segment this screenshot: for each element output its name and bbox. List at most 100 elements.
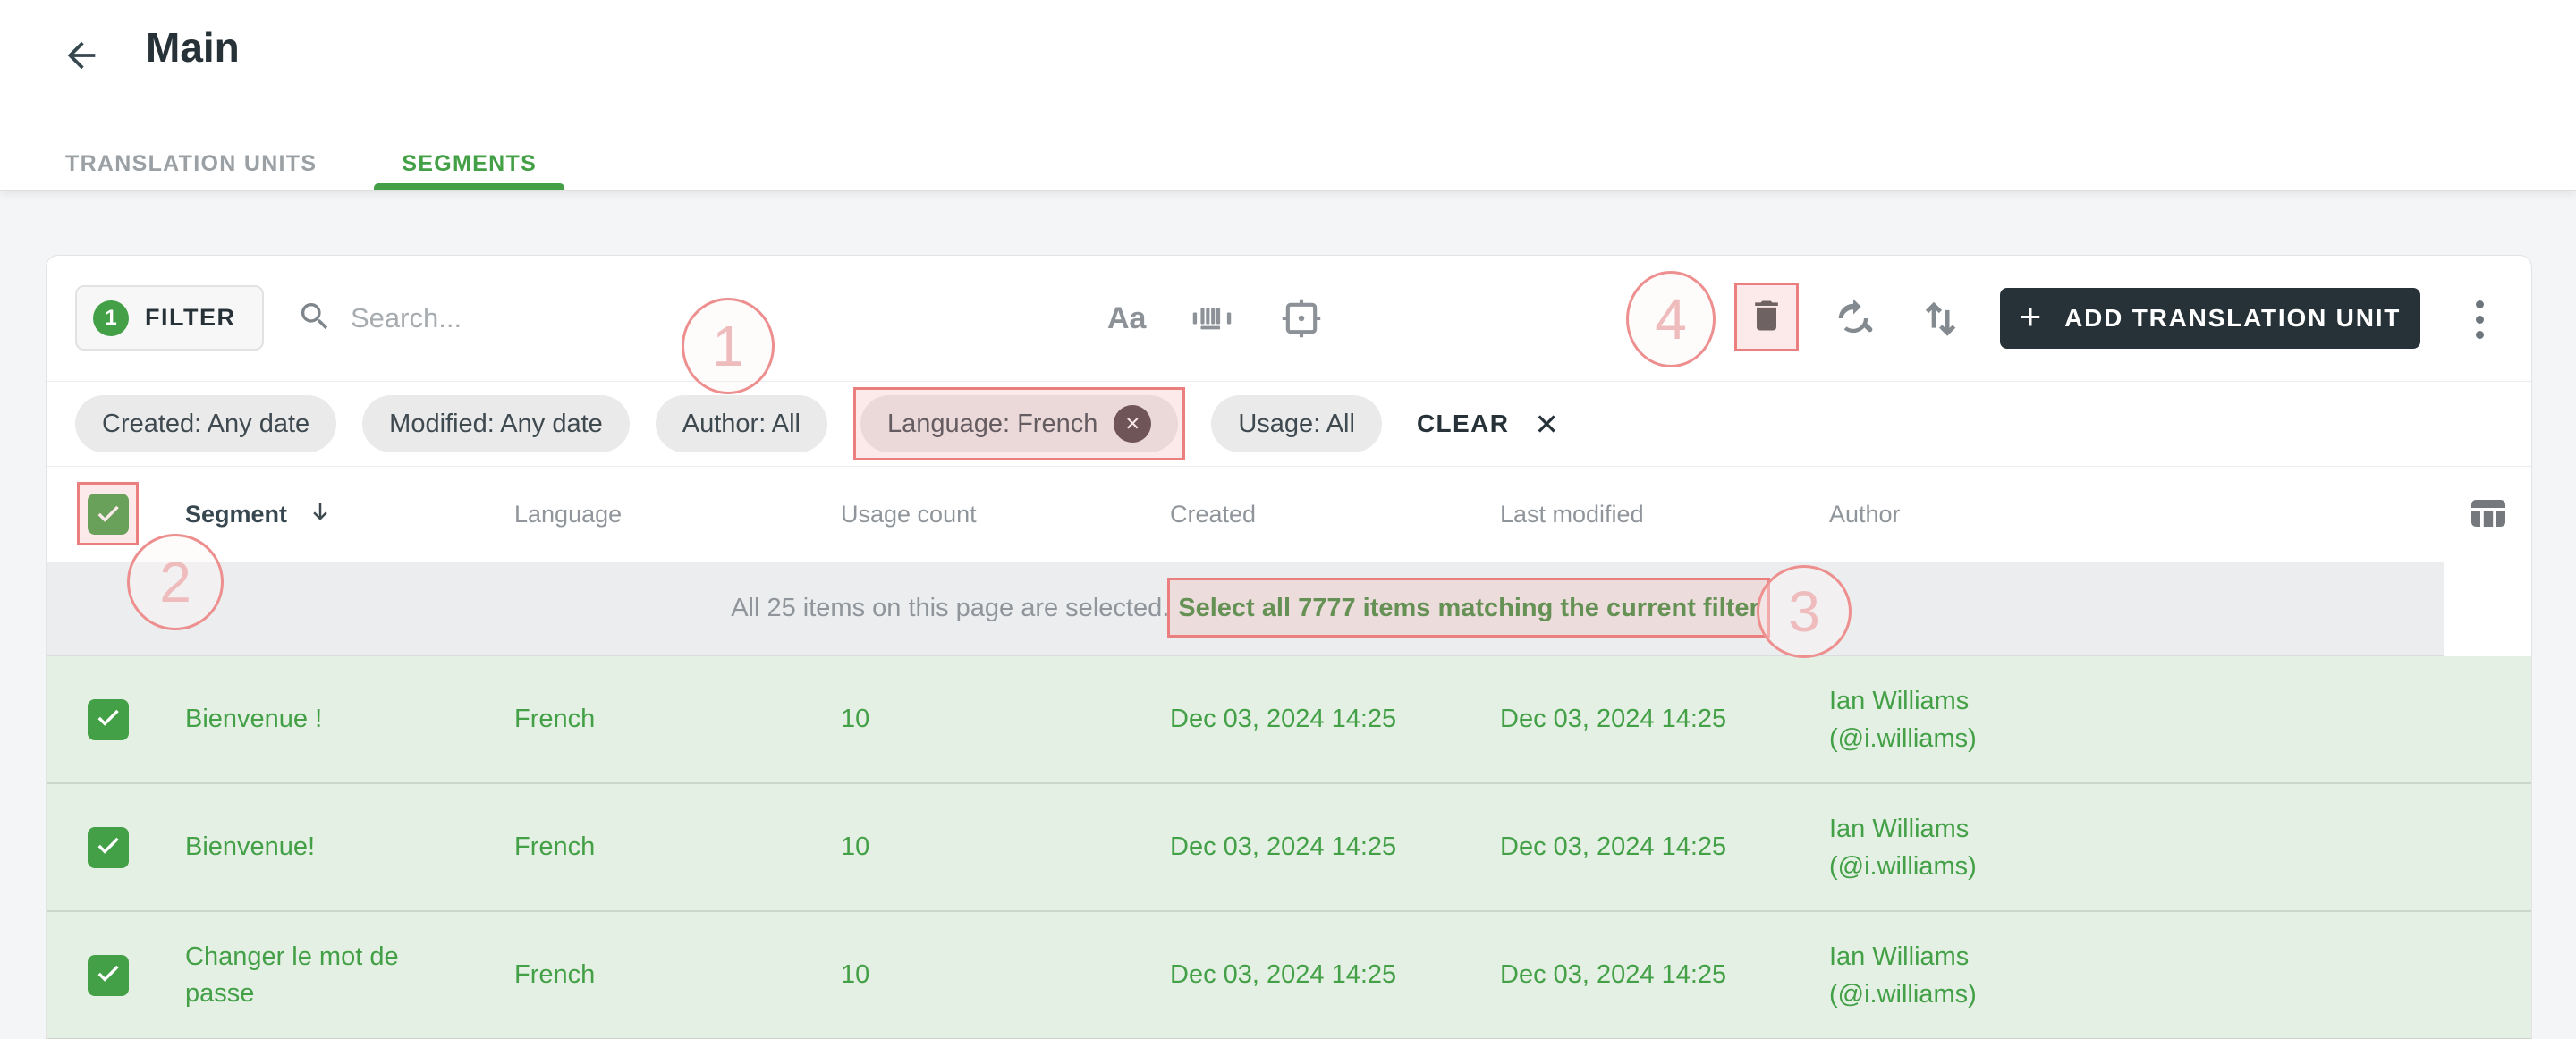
select-all-checkbox[interactable] bbox=[88, 494, 129, 535]
selection-banner: All 25 items on this page are selected. … bbox=[47, 562, 2444, 656]
author-handle: (@i.williams) bbox=[1829, 723, 1977, 753]
filter-button[interactable]: 1 FILTER bbox=[75, 285, 265, 351]
check-icon bbox=[93, 829, 123, 866]
segments-page: Main TRANSLATION UNITS SEGMENTS 1 FILTER… bbox=[0, 0, 2576, 1039]
table-header: Segment Language Usage count Created Las… bbox=[47, 467, 2531, 562]
modified-cell: Dec 03, 2024 14:25 bbox=[1500, 960, 1727, 989]
select-all-matching-link[interactable]: Select all 7777 items matching the curre… bbox=[1178, 594, 1759, 622]
row-checkbox-cell bbox=[88, 698, 129, 740]
close-icon: ✕ bbox=[1534, 407, 1561, 441]
segment-cell: Bienvenue! bbox=[185, 832, 316, 861]
tab-segments[interactable]: SEGMENTS bbox=[374, 137, 564, 190]
column-header-segment[interactable]: Segment bbox=[185, 498, 514, 531]
search-box bbox=[297, 286, 852, 351]
row-checkbox[interactable] bbox=[88, 826, 129, 868]
trash-icon bbox=[1747, 296, 1786, 338]
sort-descending-icon bbox=[307, 498, 334, 531]
table-row[interactable]: Bienvenue ! French 10 Dec 03, 2024 14:25… bbox=[47, 656, 2531, 784]
top-bar: Main TRANSLATION UNITS SEGMENTS bbox=[0, 0, 2576, 191]
author-cell: Ian Williams (@i.williams) bbox=[1829, 938, 2444, 1013]
tab-bar: TRANSLATION UNITS SEGMENTS bbox=[65, 137, 564, 190]
back-button[interactable] bbox=[55, 30, 107, 82]
usage-count-cell: 10 bbox=[841, 960, 870, 989]
chip-language-label: Language: French bbox=[886, 409, 1098, 438]
author-name: Ian Williams bbox=[1829, 686, 1970, 715]
row-checkbox-cell bbox=[88, 954, 129, 996]
kebab-dot bbox=[2475, 330, 2484, 339]
search-option-toggles: Aa bbox=[1107, 256, 1325, 381]
kebab-dot bbox=[2475, 315, 2484, 324]
created-cell: Dec 03, 2024 14:25 bbox=[1170, 832, 1397, 861]
sort-up-down-icon bbox=[1915, 292, 1965, 345]
kebab-dot bbox=[2475, 300, 2484, 308]
add-translation-unit-label: ADD TRANSLATION UNIT bbox=[2064, 304, 2402, 332]
selection-banner-text: All 25 items on this page are selected. bbox=[731, 593, 1170, 622]
chip-modified[interactable]: Modified: Any date bbox=[362, 395, 630, 452]
segment-cell: Changer le mot de passe bbox=[185, 942, 399, 1008]
column-settings-button[interactable] bbox=[2467, 492, 2510, 537]
author-name: Ian Williams bbox=[1829, 942, 1970, 971]
column-header-last-modified: Last modified bbox=[1500, 500, 1644, 528]
author-cell: Ian Williams (@i.williams) bbox=[1829, 810, 2444, 885]
modified-cell: Dec 03, 2024 14:25 bbox=[1500, 832, 1727, 861]
filter-button-label: FILTER bbox=[145, 304, 236, 331]
author-handle: (@i.williams) bbox=[1829, 851, 1977, 881]
column-header-usage-count: Usage count bbox=[841, 500, 977, 528]
language-cell: French bbox=[514, 832, 596, 861]
row-checkbox[interactable] bbox=[88, 954, 129, 996]
segments-card: 1 FILTER Aa bbox=[46, 255, 2532, 1039]
search-input[interactable] bbox=[351, 302, 852, 334]
annotation-highlight-language-chip: Language: French ✕ bbox=[852, 387, 1186, 460]
language-cell: French bbox=[514, 960, 596, 989]
chip-created[interactable]: Created: Any date bbox=[75, 395, 337, 452]
modified-cell: Dec 03, 2024 14:25 bbox=[1500, 705, 1727, 733]
page-title: Main bbox=[146, 24, 240, 71]
annotation-highlight-select-all-link: Select all 7777 items matching the curre… bbox=[1167, 577, 1770, 638]
toolbar: 1 FILTER Aa bbox=[47, 256, 2531, 382]
column-header-language: Language bbox=[514, 500, 623, 528]
annotation-highlight-delete bbox=[1734, 283, 1799, 351]
usage-count-cell: 10 bbox=[841, 832, 870, 861]
chip-usage[interactable]: Usage: All bbox=[1211, 395, 1382, 452]
add-translation-unit-button[interactable]: + ADD TRANSLATION UNIT bbox=[2000, 288, 2420, 349]
tab-translation-units[interactable]: TRANSLATION UNITS bbox=[65, 137, 317, 190]
language-cell: French bbox=[514, 705, 596, 733]
author-name: Ian Williams bbox=[1829, 814, 1970, 843]
columns-icon bbox=[2467, 492, 2510, 537]
usage-count-cell: 10 bbox=[841, 705, 870, 733]
crosshair-selection-icon[interactable] bbox=[1278, 295, 1325, 342]
remove-language-filter-icon[interactable]: ✕ bbox=[1114, 405, 1152, 443]
segment-cell: Bienvenue ! bbox=[185, 705, 323, 733]
filter-chips-row: Created: Any date Modified: Any date Aut… bbox=[47, 382, 2531, 466]
author-cell: Ian Williams (@i.williams) bbox=[1829, 682, 2444, 757]
chip-language[interactable]: Language: French ✕ bbox=[860, 395, 1179, 452]
table-row[interactable]: Bienvenue! French 10 Dec 03, 2024 14:25 … bbox=[47, 784, 2531, 912]
delete-button[interactable] bbox=[1747, 296, 1786, 338]
table-body: Bienvenue ! French 10 Dec 03, 2024 14:25… bbox=[47, 656, 2531, 1039]
match-case-icon[interactable]: Aa bbox=[1107, 301, 1146, 336]
created-cell: Dec 03, 2024 14:25 bbox=[1170, 705, 1397, 733]
row-checkbox-cell bbox=[88, 826, 129, 868]
refresh-search-button[interactable] bbox=[1830, 295, 1877, 344]
sort-order-button[interactable] bbox=[1915, 292, 1965, 345]
filter-count-badge: 1 bbox=[93, 300, 129, 336]
barcode-icon[interactable] bbox=[1189, 295, 1235, 342]
search-refresh-icon bbox=[1830, 295, 1877, 344]
chip-author[interactable]: Author: All bbox=[655, 395, 827, 452]
check-icon bbox=[93, 957, 123, 994]
annotation-highlight-select-all bbox=[77, 482, 139, 545]
plus-icon: + bbox=[2019, 294, 2044, 337]
table-row[interactable]: Changer le mot de passe French 10 Dec 03… bbox=[47, 912, 2531, 1039]
row-checkbox[interactable] bbox=[88, 698, 129, 740]
clear-filters-button[interactable]: CLEAR ✕ bbox=[1417, 407, 1561, 442]
author-handle: (@i.williams) bbox=[1829, 979, 1977, 1009]
check-icon bbox=[93, 497, 123, 532]
column-header-author: Author bbox=[1829, 500, 1901, 528]
kebab-menu-button[interactable] bbox=[2462, 291, 2497, 347]
check-icon bbox=[93, 701, 123, 739]
column-header-created: Created bbox=[1170, 500, 1257, 528]
clear-label: CLEAR bbox=[1416, 410, 1510, 437]
segment-header-label: Segment bbox=[185, 500, 288, 528]
arrow-left-icon bbox=[61, 35, 102, 79]
created-cell: Dec 03, 2024 14:25 bbox=[1170, 960, 1397, 989]
